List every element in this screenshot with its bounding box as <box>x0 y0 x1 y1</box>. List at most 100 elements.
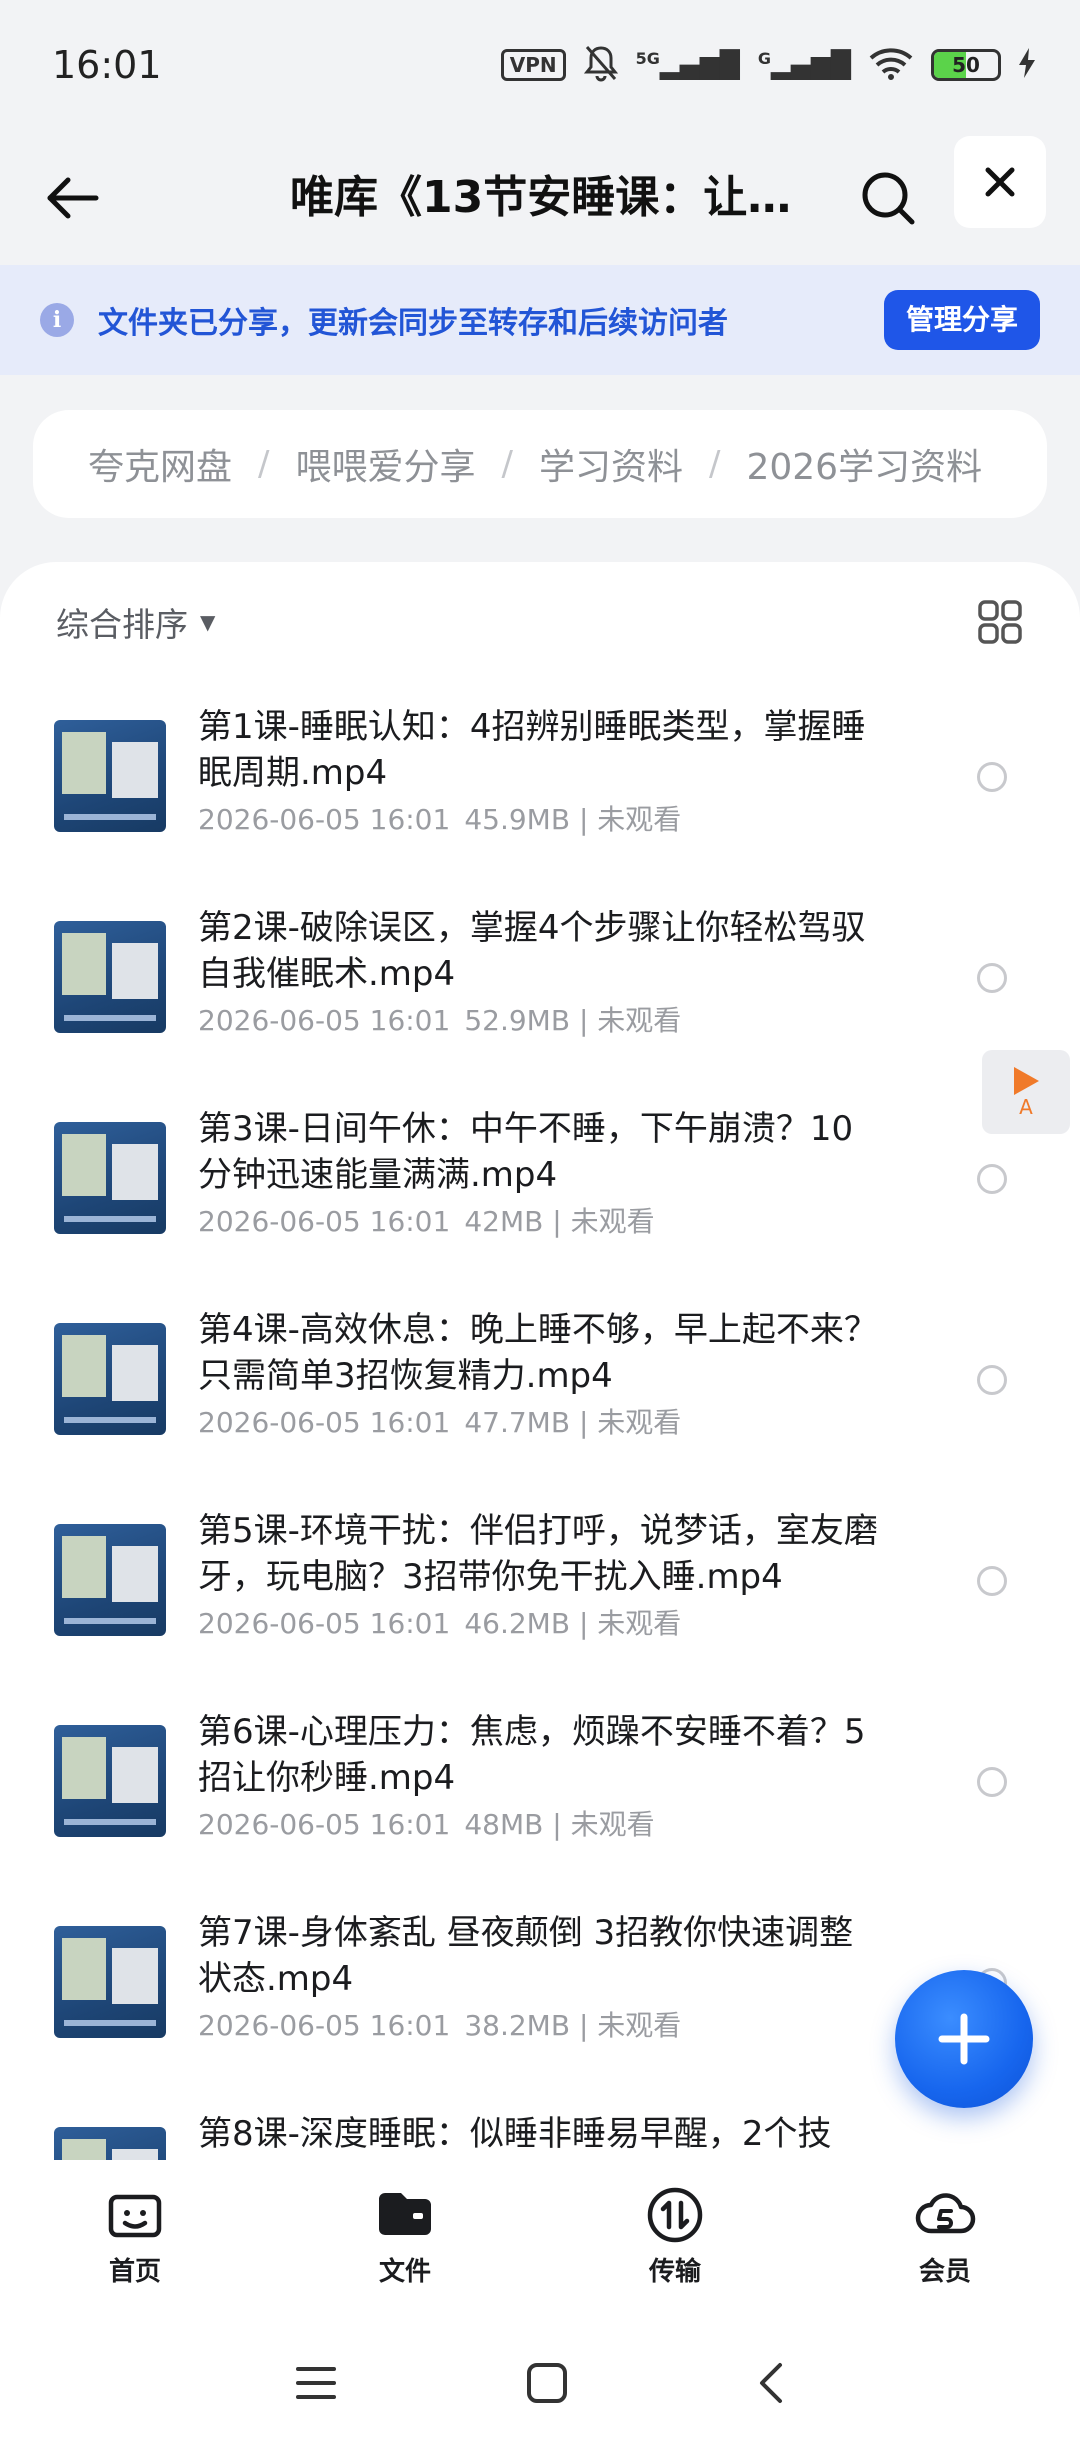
file-size: 42MB <box>464 1205 544 1238</box>
video-thumbnail <box>54 1524 166 1636</box>
breadcrumb-item[interactable]: 喂喂爱分享 <box>295 438 475 490</box>
watch-status: 未观看 <box>597 803 682 836</box>
nav-label: 传输 <box>648 2256 701 2287</box>
home-smile-icon <box>108 2194 162 2237</box>
file-date: 2026-06-05 16:01 <box>198 1808 451 1841</box>
meta-separator: | <box>543 1808 571 1841</box>
file-meta: 2026-06-05 16:01 47.7MB | 未观看 <box>198 1401 878 1441</box>
file-date: 2026-06-05 16:01 <box>198 803 451 836</box>
nav-label: 会员 <box>918 2256 971 2287</box>
thumbnail-shape <box>112 1144 158 1200</box>
status-icons: VPN 5G▂▄▆█ G▂▄▆█ 50 <box>500 44 1035 86</box>
watch-status: 未观看 <box>570 1205 655 1238</box>
close-icon <box>985 167 1015 197</box>
file-meta: 2026-06-05 16:01 38.2MB | 未观看 <box>198 2004 878 2044</box>
chevron-left-icon <box>760 2363 783 2403</box>
file-list-item[interactable]: 第5课-环境干扰：伴侣打呼，说梦话，室友磨牙，玩电脑？3招带你免干扰入睡.mp4… <box>0 1511 1080 1715</box>
breadcrumb: 夸克网盘 / 喂喂爱分享 / 学习资料 / 2026学习资料 <box>33 410 1047 518</box>
thumbnail-shape <box>62 933 106 995</box>
file-date: 2026-06-05 16:01 <box>198 1607 451 1640</box>
share-banner-text: 文件夹已分享，更新会同步至转存和后续访问者 <box>98 306 728 341</box>
select-radio[interactable] <box>977 762 1007 792</box>
back-button[interactable] <box>32 158 112 238</box>
thumbnail-shape <box>112 943 158 999</box>
file-name: 第3课-日间午休：中午不睡，下午崩溃？10分钟迅速能量满满.mp4 <box>198 1109 854 1195</box>
watch-status: 未观看 <box>597 2009 682 2042</box>
system-nav-bar <box>0 2310 1080 2460</box>
signal-g-icon: G▂▄▆█ <box>757 49 851 81</box>
nav-item-vip[interactable]: 会员 <box>810 2160 1080 2310</box>
select-radio[interactable] <box>977 1164 1007 1194</box>
back-nav-button[interactable] <box>756 2361 786 2409</box>
meta-separator: | <box>570 2009 598 2042</box>
meta-separator: | <box>570 1406 598 1439</box>
bottom-nav: 首页 文件 传输 会员 <box>0 2160 1080 2310</box>
thumbnail-shape <box>112 1345 158 1401</box>
manage-share-button[interactable]: 管理分享 <box>883 290 1040 350</box>
video-thumbnail <box>54 1725 166 1837</box>
vpn-badge: VPN <box>500 49 566 81</box>
file-list-item[interactable]: 第6课-心理压力：焦虑，烦躁不安睡不着？5招让你秒睡.mp4 2026-06-05… <box>0 1712 1080 1916</box>
meta-separator: | <box>570 1607 598 1640</box>
breadcrumb-item[interactable]: 学习资料 <box>539 438 683 490</box>
file-meta: 2026-06-05 16:01 48MB | 未观看 <box>198 1803 878 1843</box>
home-nav-button[interactable] <box>525 2361 569 2409</box>
breadcrumb-separator: / <box>708 444 721 484</box>
nav-item-files[interactable]: 文件 <box>270 2160 540 2310</box>
thumbnail-shape <box>64 814 156 820</box>
watch-status: 未观看 <box>597 1406 682 1439</box>
video-thumbnail <box>54 720 166 832</box>
file-date: 2026-06-05 16:01 <box>198 1205 451 1238</box>
nav-item-home[interactable]: 首页 <box>0 2160 270 2310</box>
thumbnail-shape <box>112 1948 158 2004</box>
battery-indicator: 50 <box>931 49 1001 81</box>
file-list-item[interactable]: 第1课-睡眠认知：4招辨别睡眠类型，掌握睡眠周期.mp4 2026-06-05 1… <box>0 707 1080 911</box>
menu-button[interactable] <box>294 2363 338 2407</box>
breadcrumb-item-root[interactable]: 夸克网盘 <box>88 438 232 490</box>
nav-item-transfer[interactable]: 传输 <box>540 2160 810 2310</box>
grid-view-button[interactable] <box>972 594 1028 650</box>
folder-icon <box>379 2192 431 2235</box>
sort-dropdown[interactable]: 综合排序 <box>56 598 188 646</box>
file-list-item[interactable]: 第2课-破除误区，掌握4个步骤让你轻松驾驭自我催眠术.mp4 2026-06-05… <box>0 908 1080 1112</box>
thumbnail-shape <box>64 1015 156 1021</box>
thumbnail-shape <box>64 1216 156 1222</box>
mini-player-label: A <box>1019 1095 1033 1119</box>
video-thumbnail <box>54 2127 166 2162</box>
file-list-item[interactable]: 第4课-高效休息：晚上睡不够，早上起不来？只需简单3招恢复精力.mp4 2026-… <box>0 1310 1080 1514</box>
select-radio[interactable] <box>977 1767 1007 1797</box>
file-size: 48MB <box>464 1808 544 1841</box>
thumbnail-shape <box>112 1747 158 1803</box>
page-title: 唯库《13节安睡课：让你… <box>290 172 810 223</box>
close-button[interactable] <box>954 136 1046 228</box>
caret-down-icon[interactable]: ▼ <box>200 610 215 634</box>
play-icon <box>1014 1067 1039 1095</box>
file-size: 46.2MB <box>464 1607 571 1640</box>
meta-separator: | <box>543 1205 571 1238</box>
back-arrow-icon <box>47 177 99 218</box>
select-radio[interactable] <box>977 963 1007 993</box>
thumbnail-shape <box>64 1417 156 1423</box>
search-button[interactable] <box>848 150 928 246</box>
file-name: 第8课-深度睡眠：似睡非睡易早醒，2个技 <box>198 2114 832 2154</box>
thumbnail-shape <box>112 742 158 798</box>
select-radio[interactable] <box>977 1365 1007 1395</box>
thumbnail-shape <box>62 732 106 794</box>
file-name: 第4课-高效休息：晚上睡不够，早上起不来？只需简单3招恢复精力.mp4 <box>198 1310 878 1396</box>
header: 唯库《13节安睡课：让你… <box>0 130 1080 265</box>
select-radio[interactable] <box>977 1566 1007 1596</box>
breadcrumb-item[interactable]: 2026学习资料 <box>746 438 982 490</box>
file-name: 第5课-环境干扰：伴侣打呼，说梦话，室友磨牙，玩电脑？3招带你免干扰入睡.mp4 <box>198 1511 878 1597</box>
watch-status: 未观看 <box>570 1808 655 1841</box>
file-size: 45.9MB <box>464 803 571 836</box>
file-list-item[interactable]: 第3课-日间午休：中午不睡，下午崩溃？10分钟迅速能量满满.mp4 2026-06… <box>0 1109 1080 1313</box>
file-list-item[interactable]: 第8课-深度睡眠：似睡非睡易早醒，2个技 <box>0 2114 1080 2162</box>
menu-icon <box>295 2367 336 2399</box>
file-name: 第6课-心理压力：焦虑，烦躁不安睡不着？5招让你秒睡.mp4 <box>198 1712 866 1798</box>
share-banner: i 文件夹已分享，更新会同步至转存和后续访问者 管理分享 <box>0 265 1080 375</box>
mini-player[interactable]: A <box>982 1050 1070 1134</box>
file-meta: 2026-06-05 16:01 42MB | 未观看 <box>198 1200 878 1240</box>
add-button[interactable] <box>895 1970 1033 2108</box>
thumbnail-shape <box>62 1737 106 1799</box>
file-meta: 2026-06-05 16:01 52.9MB | 未观看 <box>198 999 878 1039</box>
